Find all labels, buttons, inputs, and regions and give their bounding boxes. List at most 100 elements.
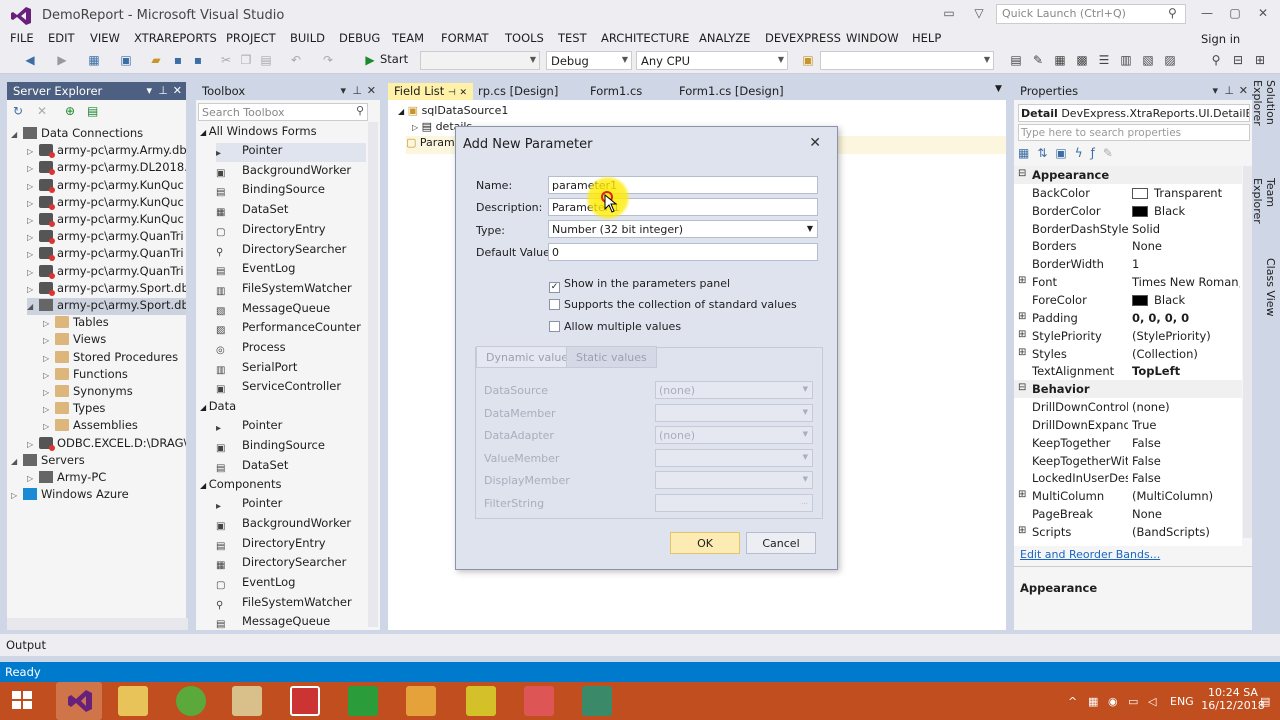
- tree-item[interactable]: ▷ Synonyms: [43, 384, 186, 401]
- pin-icon[interactable]: ⊥: [352, 84, 362, 97]
- pin-icon[interactable]: ⊥: [1224, 84, 1234, 97]
- dynamic-field-combo[interactable]: (none) ▼: [655, 426, 813, 444]
- object-selector-combo[interactable]: Detail DevExpress.XtraReports.UI.DetailB…: [1018, 104, 1250, 122]
- notifications-icon[interactable]: ▤: [1260, 695, 1270, 708]
- tree-item[interactable]: ▷ army-pc\army.QuanTri: [27, 246, 186, 263]
- property-row[interactable]: ⊞ StylePriority (StylePriority): [1014, 327, 1242, 345]
- property-value[interactable]: (BandScripts): [1132, 525, 1240, 539]
- expand-icon[interactable]: ⊞: [1018, 347, 1026, 358]
- horizontal-scrollbar[interactable]: [7, 618, 188, 630]
- property-value[interactable]: Times New Roman, 9: [1132, 275, 1240, 289]
- zoom-out-icon[interactable]: ⊟: [1230, 52, 1246, 68]
- tree-item[interactable]: ▷ army-pc\army.KunQuc: [27, 195, 186, 212]
- media-player-icon[interactable]: [406, 686, 436, 716]
- toolbox-item[interactable]: ▨ PerformanceCounter: [216, 320, 366, 339]
- tree-item[interactable]: ▷ army-pc\army.KunQuc: [27, 212, 186, 229]
- menu-project[interactable]: PROJECT: [226, 31, 276, 45]
- toolbox-item[interactable]: ▣ BindingSource: [216, 438, 366, 457]
- property-value[interactable]: None: [1132, 239, 1240, 253]
- presentation-app-icon[interactable]: [290, 686, 320, 716]
- toolbox-item[interactable]: ▦ DataSet: [216, 202, 366, 221]
- tab-form1-code[interactable]: Form1.cs: [584, 83, 648, 100]
- property-value[interactable]: Solid: [1132, 222, 1240, 236]
- toolbox-item[interactable]: ▧ MessageQueue: [216, 301, 366, 320]
- property-category[interactable]: ⊟ Appearance: [1014, 166, 1242, 184]
- toolbox-item[interactable]: ▣ BackgroundWorker: [216, 163, 366, 182]
- menu-help[interactable]: HELP: [912, 31, 941, 45]
- size-icon[interactable]: ▧: [1140, 52, 1156, 68]
- categorized-icon[interactable]: ▦: [1018, 146, 1037, 160]
- expand-icon[interactable]: ▷: [27, 182, 39, 191]
- menu-window[interactable]: WINDOW: [846, 31, 899, 45]
- property-row[interactable]: ForeColor Black: [1014, 291, 1242, 309]
- menu-tools[interactable]: TOOLS: [505, 31, 544, 45]
- expand-icon[interactable]: ▷: [11, 491, 23, 500]
- redo-icon[interactable]: ↷: [320, 52, 336, 68]
- find-combo[interactable]: ▼: [820, 51, 994, 70]
- menu-xtrareports[interactable]: XTRAREPORTS: [134, 31, 217, 45]
- property-value[interactable]: (StylePriority): [1132, 329, 1240, 343]
- toolbox-item[interactable]: ▸ Pointer: [216, 496, 366, 515]
- menu-build[interactable]: BUILD: [290, 31, 325, 45]
- property-value[interactable]: False: [1132, 454, 1240, 468]
- zoom-in-icon[interactable]: ⊞: [1252, 52, 1268, 68]
- expanded-icon[interactable]: ◢: [11, 130, 23, 139]
- platform-combo[interactable]: Any CPU ▼: [636, 51, 788, 70]
- expand-icon[interactable]: ▷: [27, 250, 39, 259]
- battery-icon[interactable]: ▭: [1128, 695, 1138, 708]
- tree-item[interactable]: ▷ Army-PC: [27, 470, 186, 487]
- expand-icon[interactable]: ▷: [27, 474, 39, 483]
- menu-architecture[interactable]: ARCHITECTURE: [601, 31, 689, 45]
- menu-format[interactable]: FORMAT: [441, 31, 489, 45]
- app-icon[interactable]: [348, 686, 378, 716]
- expand-icon[interactable]: ⊞: [1018, 489, 1026, 500]
- tree-item[interactable]: ◢ army-pc\army.Sport.dbo: [27, 298, 186, 315]
- toolbox-group-header[interactable]: ◢ All Windows Forms: [200, 124, 317, 138]
- pin-icon[interactable]: ⊣: [448, 88, 456, 98]
- toolbox-item[interactable]: ▦ DirectorySearcher: [216, 555, 366, 574]
- close-button[interactable]: ✕: [1252, 6, 1274, 24]
- expand-icon[interactable]: ▷: [27, 285, 39, 294]
- copy-icon[interactable]: ❐: [238, 52, 254, 68]
- search-icon[interactable]: ⚲: [1168, 6, 1177, 20]
- connect-database-icon[interactable]: ⊕: [65, 104, 75, 118]
- tree-item[interactable]: ▷ army-pc\army.Sport.dbo: [27, 281, 186, 298]
- property-value[interactable]: False: [1132, 436, 1240, 450]
- menu-analyze[interactable]: ANALYZE: [699, 31, 750, 45]
- property-row[interactable]: ⊞ Font Times New Roman, 9: [1014, 273, 1242, 291]
- expanded-icon[interactable]: ◢: [11, 457, 23, 466]
- add-item-icon[interactable]: ▣: [118, 52, 134, 68]
- feedback-icon[interactable]: ▭: [938, 6, 960, 24]
- cancel-button[interactable]: Cancel: [746, 532, 816, 554]
- zoom-icon[interactable]: ⚲: [1208, 52, 1224, 68]
- properties-icon[interactable]: ▣: [1055, 146, 1074, 160]
- supports-collection-checkbox[interactable]: Supports the collection of standard valu…: [549, 298, 797, 311]
- property-value[interactable]: False: [1132, 471, 1240, 485]
- toolbox-item[interactable]: ◎ Process: [216, 340, 366, 359]
- property-value[interactable]: TopLeft: [1132, 364, 1240, 378]
- collapse-icon[interactable]: ⊟: [1018, 382, 1026, 393]
- layout-icon[interactable]: ▤: [1008, 52, 1024, 68]
- language-indicator[interactable]: ENG: [1170, 695, 1194, 708]
- tree-item[interactable]: ▷ Functions: [43, 367, 186, 384]
- expanded-icon[interactable]: ◢: [200, 128, 209, 137]
- function-icon[interactable]: ƒ: [1091, 146, 1103, 160]
- find-in-files-icon[interactable]: ▣: [800, 52, 816, 68]
- property-row[interactable]: TextAlignment TopLeft: [1014, 362, 1242, 380]
- expand-icon[interactable]: ▷: [43, 354, 55, 363]
- dynamic-field-combo[interactable]: ▼: [655, 403, 813, 422]
- expand-icon[interactable]: ▷: [27, 233, 39, 242]
- expand-icon[interactable]: ▷: [43, 371, 55, 380]
- pin-icon[interactable]: ⊥: [158, 84, 168, 97]
- toolbox-item[interactable]: ▥ FileSystemWatcher: [216, 281, 366, 300]
- toolbox-item[interactable]: ▤ BindingSource: [216, 182, 366, 201]
- stop-icon[interactable]: ✕: [37, 104, 47, 118]
- toolbox-item[interactable]: ▤ EventLog: [216, 261, 366, 280]
- property-row[interactable]: KeepTogether False: [1014, 434, 1242, 452]
- chevron-down-icon[interactable]: ▾: [340, 84, 346, 97]
- expand-icon[interactable]: ⊞: [1018, 275, 1026, 286]
- property-row[interactable]: ⊞ Scripts (BandScripts): [1014, 523, 1242, 541]
- expand-icon[interactable]: ▷: [43, 336, 55, 345]
- expand-icon[interactable]: ▷: [27, 268, 39, 277]
- property-row[interactable]: BorderColor Black: [1014, 202, 1242, 220]
